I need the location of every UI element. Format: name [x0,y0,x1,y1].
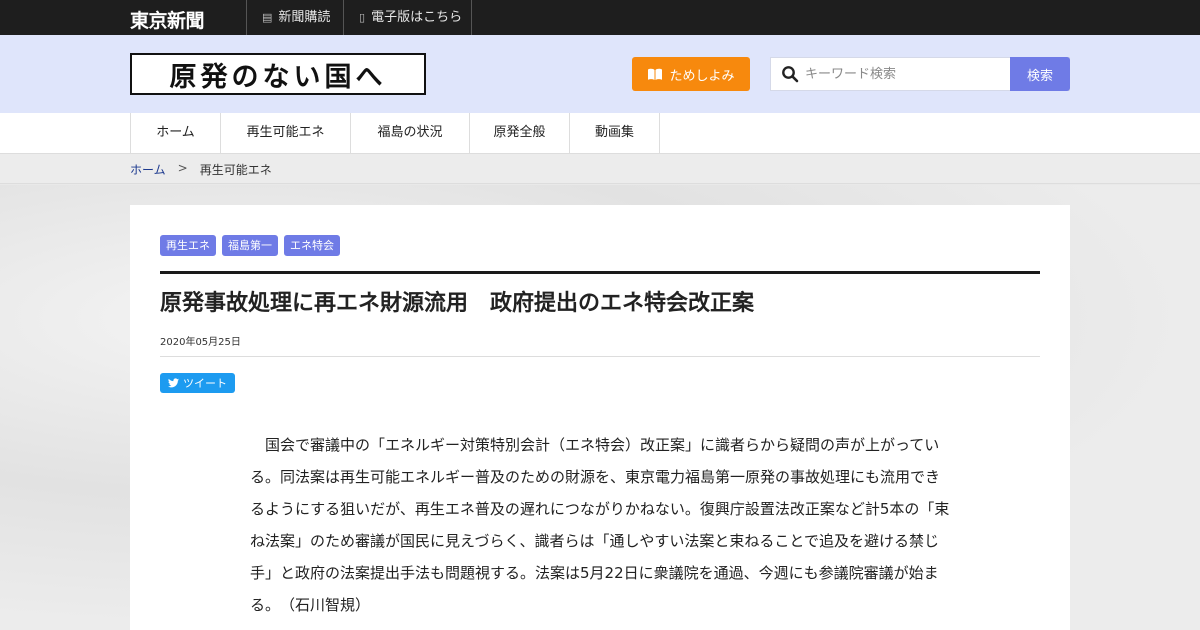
tag-renewable[interactable]: 再生エネ [160,235,216,256]
nav-item-home[interactable]: ホーム [131,113,221,154]
article-date: 2020年05月25日 [160,337,241,348]
smartphone-icon: ▯ [359,11,366,24]
digital-edition-link[interactable]: ▯ 電子版はこちら [343,0,472,35]
search-box: 検索 [770,57,1070,91]
headline-rule [160,271,1040,274]
main-nav: ホーム 再生可能エネ 福島の状況 原発全般 動画集 [0,113,1200,154]
nav-item-fukushima[interactable]: 福島の状況 [351,113,470,154]
search-button[interactable]: 検索 [1010,57,1070,91]
subscribe-label: 新聞購読 [278,10,331,25]
site-header: 原発のない国へ ためしよみ 検索 [0,35,1200,113]
article-card: 再生エネ 福島第一 エネ特会 原発事故処理に再エネ財源流用 政府提出のエネ特会改… [130,205,1070,630]
article-headline: 原発事故処理に再エネ財源流用 政府提出のエネ特会改正案 [160,291,755,316]
nav-list: ホーム 再生可能エネ 福島の状況 原発全般 動画集 [130,113,660,154]
tag-list: 再生エネ 福島第一 エネ特会 [160,235,340,256]
nav-item-renewable[interactable]: 再生可能エネ [221,113,351,154]
trial-read-label: ためしよみ [669,68,735,84]
top-bar: 東京新聞 ▤ 新聞購読 ▯ 電子版はこちら [0,0,1200,35]
twitter-bird-icon [168,378,179,388]
tag-energy-account[interactable]: エネ特会 [284,235,340,256]
newspaper-logo[interactable]: 東京新聞 [130,6,205,33]
breadcrumb-home-link[interactable]: ホーム [130,161,166,178]
book-icon [648,68,663,80]
nav-item-videos[interactable]: 動画集 [570,113,660,154]
breadcrumb-separator: > [177,161,188,175]
site-title[interactable]: 原発のない国へ [130,53,426,95]
breadcrumb: ホーム > 再生可能エネ [0,154,1200,184]
article-body: 国会で審議中の「エネルギー対策特別会計（エネ特会）改正案」に識者らから疑問の声が… [250,436,950,614]
newspaper-icon: ▤ [262,11,273,24]
subscribe-link[interactable]: ▤ 新聞購読 [246,0,343,35]
search-icon [782,66,799,83]
digital-edition-label: 電子版はこちら [371,10,463,25]
search-input[interactable] [805,58,1005,90]
breadcrumb-current: 再生可能エネ [199,163,272,177]
nav-item-nuclear-general[interactable]: 原発全般 [470,113,570,154]
tag-fukushima-daiichi[interactable]: 福島第一 [222,235,278,256]
divider [160,356,1040,357]
tweet-label: ツイート [183,377,227,390]
trial-read-button[interactable]: ためしよみ [632,57,750,91]
tweet-button[interactable]: ツイート [160,373,235,393]
